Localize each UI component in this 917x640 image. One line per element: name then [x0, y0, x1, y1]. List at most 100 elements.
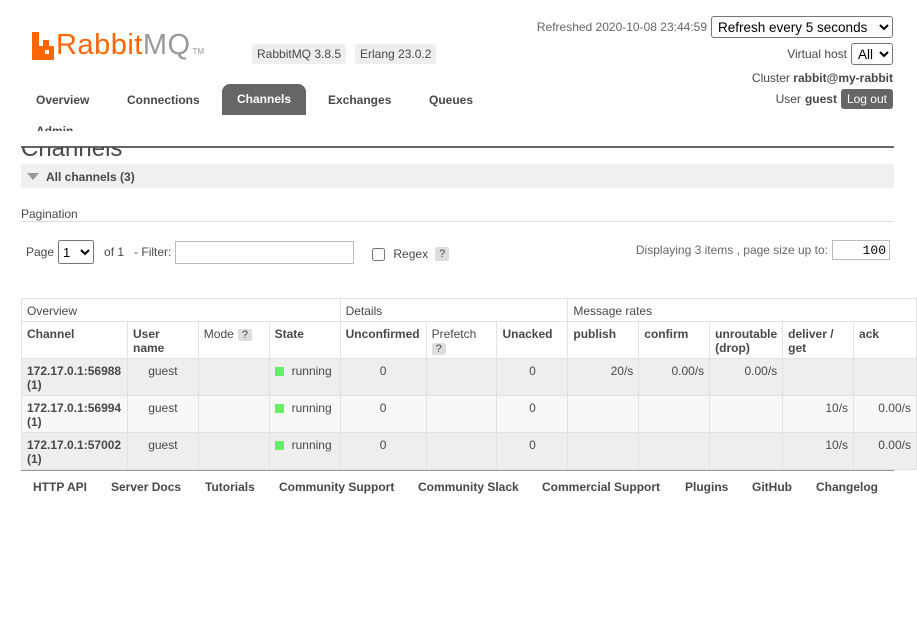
tab-exchanges[interactable]: Exchanges	[328, 93, 391, 107]
virtual-host-label: Virtual host	[787, 47, 847, 61]
footer-link-community-support[interactable]: Community Support	[279, 480, 394, 494]
page-count: of 1	[104, 245, 125, 259]
collapse-triangle-icon	[27, 173, 39, 180]
regex-checkbox[interactable]	[372, 247, 386, 261]
state-text: running	[291, 401, 332, 415]
cell-unacked: 0	[496, 432, 569, 470]
pagination-divider	[21, 221, 894, 222]
footer-link-commercial-support[interactable]: Commercial Support	[542, 480, 660, 494]
all-channels-section-toggle[interactable]: All channels (3)	[21, 164, 894, 188]
group-overview: Overview	[21, 298, 341, 322]
col-deliver-get[interactable]: deliver / get	[782, 321, 855, 359]
cluster-row: Cluster rabbit@my-rabbit	[752, 71, 893, 85]
cell-mode	[197, 395, 270, 433]
pagination-controls: Page 1 of 1 - Filter: Regex ?	[26, 240, 450, 264]
cell-deliver-get-rate	[782, 358, 855, 396]
virtual-host-select[interactable]: All	[851, 43, 893, 65]
group-message-rates: Message rates	[567, 298, 917, 322]
page-select[interactable]: 1	[58, 240, 95, 264]
footer-link-github[interactable]: GitHub	[752, 480, 792, 494]
cell-unconfirmed: 0	[339, 395, 427, 433]
cell-unconfirmed: 0	[339, 358, 427, 396]
footer-link-http-api[interactable]: HTTP API	[33, 480, 87, 494]
col-user-name[interactable]: User name	[126, 321, 199, 359]
col-ack[interactable]: ack	[853, 321, 917, 359]
logo-text: RabbitMQ	[56, 29, 191, 61]
cell-confirm-rate	[638, 395, 711, 433]
erlang-version-badge: Erlang 23.0.2	[355, 44, 437, 64]
page-size-input[interactable]	[832, 240, 890, 260]
col-channel[interactable]: Channel	[21, 321, 128, 359]
cell-prefetch	[425, 395, 498, 433]
tab-overview[interactable]: Overview	[36, 93, 89, 107]
cell-ack-rate: 0.00/s	[853, 395, 917, 433]
section-title: All channels (3)	[46, 170, 135, 184]
cell-deliver-get-rate: 10/s	[782, 395, 855, 433]
cell-confirm-rate	[638, 432, 711, 470]
channels-table: Overview Details Message rates Channel U…	[21, 298, 917, 470]
cell-unroutable-rate	[709, 395, 784, 433]
cell-publish-rate	[567, 395, 640, 433]
footer-link-server-docs[interactable]: Server Docs	[111, 480, 181, 494]
footer-link-tutorials[interactable]: Tutorials	[205, 480, 255, 494]
col-unconfirmed[interactable]: Unconfirmed	[339, 321, 427, 359]
group-details: Details	[339, 298, 569, 322]
title-mask	[21, 131, 894, 146]
cell-prefetch	[425, 432, 498, 470]
cell-state: running	[268, 395, 341, 433]
regex-option: Regex ?	[372, 247, 450, 261]
running-status-icon	[274, 366, 284, 376]
table-row: 172.17.0.1:56988 (1) guest running 0 0 20/s 0.…	[21, 358, 917, 396]
tab-channels[interactable]: Channels	[222, 84, 307, 115]
rabbitmq-logo[interactable]: RabbitMQ TM	[32, 26, 204, 60]
cell-user-name: guest	[126, 358, 199, 396]
cell-confirm-rate: 0.00/s	[638, 358, 711, 396]
tab-queues[interactable]: Queues	[429, 93, 473, 107]
cell-channel-name[interactable]: 172.17.0.1:57002 (1)	[21, 432, 128, 470]
cell-channel-name[interactable]: 172.17.0.1:56988 (1)	[21, 358, 128, 396]
table-row: 172.17.0.1:57002 (1) guest running 0 0 10/s 0.…	[21, 432, 917, 470]
cell-unroutable-rate: 0.00/s	[709, 358, 784, 396]
running-status-icon	[274, 403, 284, 413]
col-confirm[interactable]: confirm	[638, 321, 711, 359]
page-label: Page	[26, 245, 55, 259]
footer-link-changelog[interactable]: Changelog	[816, 480, 878, 494]
cell-unacked: 0	[496, 358, 569, 396]
col-publish[interactable]: publish	[567, 321, 640, 359]
prefetch-help-button[interactable]: ?	[431, 343, 446, 355]
table-row: 172.17.0.1:56994 (1) guest running 0 0 10/s 0.…	[21, 395, 917, 433]
regex-label: Regex	[393, 247, 429, 261]
col-unroutable-drop[interactable]: unroutable (drop)	[709, 321, 784, 359]
logo-trademark: TM	[192, 47, 205, 56]
filter-label: - Filter:	[134, 245, 172, 259]
cell-channel-name[interactable]: 172.17.0.1:56994 (1)	[21, 395, 128, 433]
col-prefetch[interactable]: Prefetch?	[425, 321, 498, 359]
col-unacked[interactable]: Unacked	[496, 321, 569, 359]
displaying-text: Displaying 3 items , page size up to:	[635, 243, 828, 257]
cell-publish-rate	[567, 432, 640, 470]
version-badge: RabbitMQ 3.8.5	[252, 44, 347, 64]
col-mode[interactable]: Mode?	[197, 321, 270, 359]
footer-link-plugins[interactable]: Plugins	[685, 480, 728, 494]
state-text: running	[291, 438, 332, 452]
mode-help-button[interactable]: ?	[237, 329, 252, 341]
refresh-interval-select[interactable]: Refresh every 5 seconds	[711, 16, 893, 38]
page-size-row: Displaying 3 items , page size up to:	[636, 240, 890, 260]
tab-connections[interactable]: Connections	[127, 93, 200, 107]
refreshed-timestamp: Refreshed 2020-10-08 23:44:59	[536, 20, 707, 34]
cell-mode	[197, 432, 270, 470]
regex-help-button[interactable]: ?	[435, 247, 450, 261]
footer-link-community-slack[interactable]: Community Slack	[418, 480, 519, 494]
footer: HTTP API Server Docs Tutorials Community…	[21, 470, 894, 503]
cell-ack-rate: 0.00/s	[853, 432, 917, 470]
refresh-row: Refreshed 2020-10-08 23:44:59 Refresh ev…	[537, 16, 893, 38]
cell-mode	[197, 358, 270, 396]
cluster-name: rabbit@my-rabbit	[793, 71, 893, 85]
cell-user-name: guest	[126, 395, 199, 433]
col-state[interactable]: State	[268, 321, 341, 359]
cell-state: running	[268, 358, 341, 396]
cell-state: running	[268, 432, 341, 470]
cell-user-name: guest	[126, 432, 199, 470]
cell-unconfirmed: 0	[339, 432, 427, 470]
filter-input[interactable]	[175, 240, 355, 264]
